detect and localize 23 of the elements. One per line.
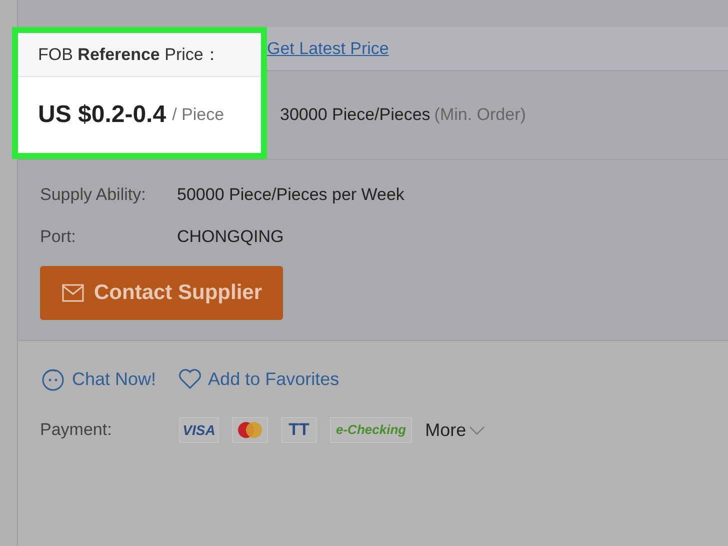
e-checking-badge: e-Checking [330, 417, 412, 443]
latest-price-link[interactable]: Get Latest Price [267, 36, 389, 62]
mail-icon [62, 284, 84, 302]
detail-value: 50000 Piece/Pieces per Week [177, 184, 404, 206]
tt-badge: TT [281, 417, 317, 443]
min-order-note: (Min. Order) [434, 104, 526, 126]
price-unit: / Piece [172, 104, 224, 126]
min-order-quantity: 30000 Piece/Pieces [280, 104, 430, 126]
chevron-down-icon [469, 426, 486, 434]
more-dropdown[interactable]: More [425, 416, 486, 444]
contact-supplier-button[interactable]: Contact Supplier [40, 266, 283, 320]
mastercard-icon [232, 417, 268, 443]
visa-badge: VISA [179, 417, 219, 443]
price-header-label: FOB Reference Price： [38, 44, 220, 66]
detail-value: CHONGQING [177, 226, 284, 248]
chat-face-icon [40, 367, 66, 391]
detail-label: Port: [40, 226, 77, 248]
price-amount: US $0.2-0.4 [38, 100, 166, 130]
add-to-favorites-link[interactable]: Add to Favorites [178, 366, 340, 392]
payment-label: Payment: [40, 419, 113, 442]
chat-now-link[interactable]: Chat Now! [40, 366, 156, 392]
detail-label: Supply Ability: [40, 184, 147, 206]
heart-icon [178, 368, 202, 390]
